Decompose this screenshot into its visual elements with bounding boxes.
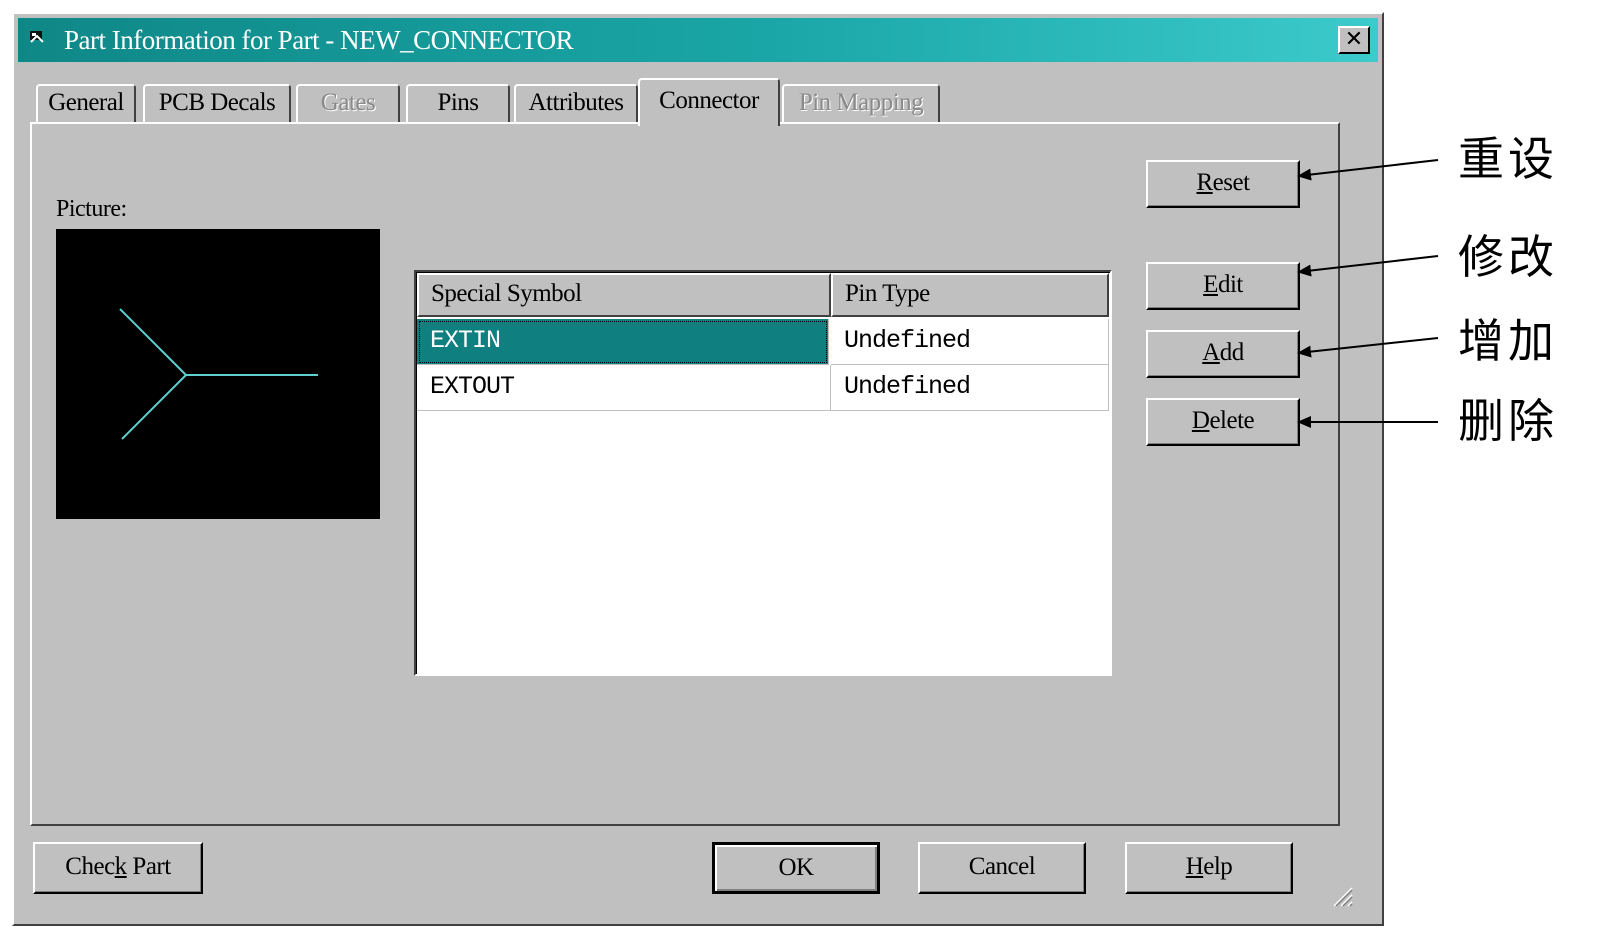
title-bar[interactable]: Part Information for Part - NEW_CONNECTO… bbox=[18, 18, 1378, 62]
app-icon bbox=[30, 31, 44, 43]
cancel-button-label: Cancel bbox=[968, 853, 1036, 880]
annotation-add: 增加 bbox=[1458, 314, 1558, 368]
tab-pcb-decals[interactable]: PCB Decals bbox=[143, 84, 291, 122]
tab-general[interactable]: General bbox=[36, 84, 136, 122]
help-button-label: Help bbox=[1185, 853, 1233, 880]
tab-connector[interactable]: Connector bbox=[638, 78, 780, 126]
tab-attributes[interactable]: Attributes bbox=[514, 84, 638, 122]
tab-pcb-decals-label: PCB Decals bbox=[158, 89, 276, 116]
tab-gates-label: Gates bbox=[320, 89, 376, 116]
check-part-button[interactable]: Check Part bbox=[33, 842, 203, 894]
window-title: Part Information for Part - NEW_CONNECTO… bbox=[64, 25, 574, 55]
stage: Part Information for Part - NEW_CONNECTO… bbox=[0, 0, 1605, 930]
resize-grip-icon[interactable] bbox=[1330, 884, 1354, 908]
annotation-reset: 重设 bbox=[1458, 132, 1558, 186]
close-button[interactable]: ✕ bbox=[1338, 26, 1370, 54]
tab-pin-mapping-label: Pin Mapping bbox=[798, 89, 924, 116]
tab-connector-label: Connector bbox=[659, 87, 759, 114]
ok-button[interactable]: OK bbox=[712, 842, 880, 894]
tab-pins[interactable]: Pins bbox=[406, 84, 510, 122]
check-part-button-label: Check Part bbox=[65, 853, 171, 880]
tab-general-label: General bbox=[48, 89, 124, 116]
cancel-button[interactable]: Cancel bbox=[918, 842, 1086, 894]
tab-attributes-label: Attributes bbox=[528, 89, 625, 116]
tab-gates[interactable]: Gates bbox=[296, 84, 400, 122]
annotation-delete: 删除 bbox=[1458, 394, 1558, 448]
tab-pin-mapping[interactable]: Pin Mapping bbox=[782, 84, 940, 122]
annotation-edit: 修改 bbox=[1458, 230, 1558, 284]
help-button[interactable]: Help bbox=[1125, 842, 1293, 894]
connector-tab-panel bbox=[30, 122, 1340, 826]
tab-pins-label: Pins bbox=[437, 89, 479, 116]
close-icon: ✕ bbox=[1344, 27, 1364, 52]
ok-button-label: OK bbox=[778, 854, 814, 881]
